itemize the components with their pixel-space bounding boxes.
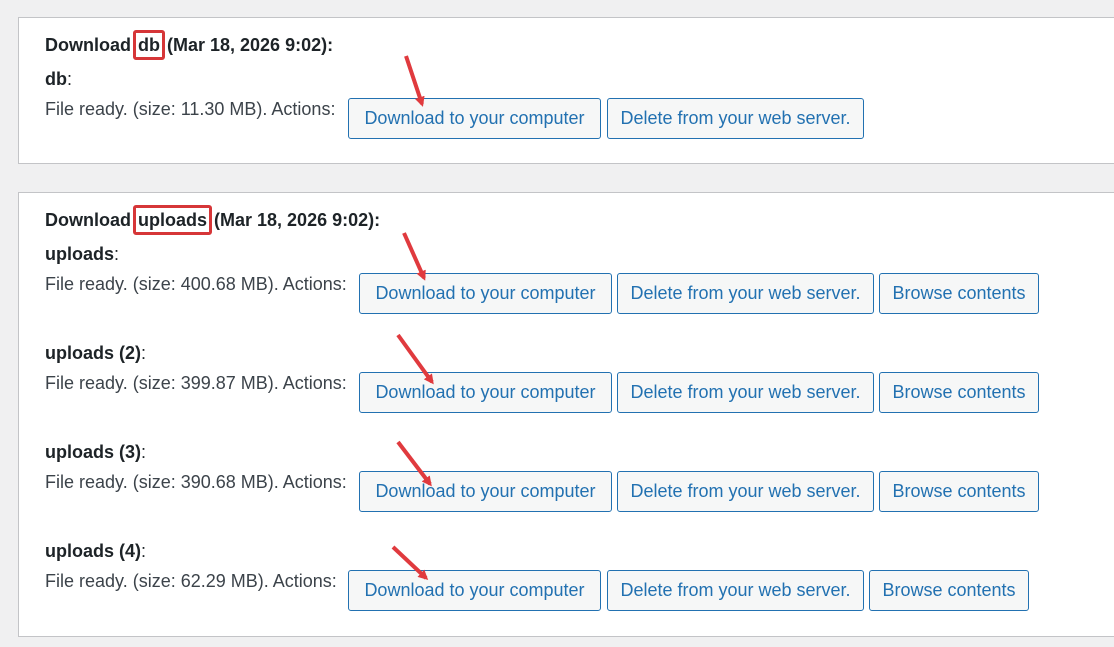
arrow-download-uploads-3 <box>396 440 432 487</box>
arrow-download-uploads-4 <box>391 545 429 581</box>
arrow-download-uploads-2 <box>396 333 434 385</box>
arrow-download-db <box>404 55 425 107</box>
annotation-arrow-icon <box>391 55 434 581</box>
arrow-download-uploads <box>402 232 426 281</box>
